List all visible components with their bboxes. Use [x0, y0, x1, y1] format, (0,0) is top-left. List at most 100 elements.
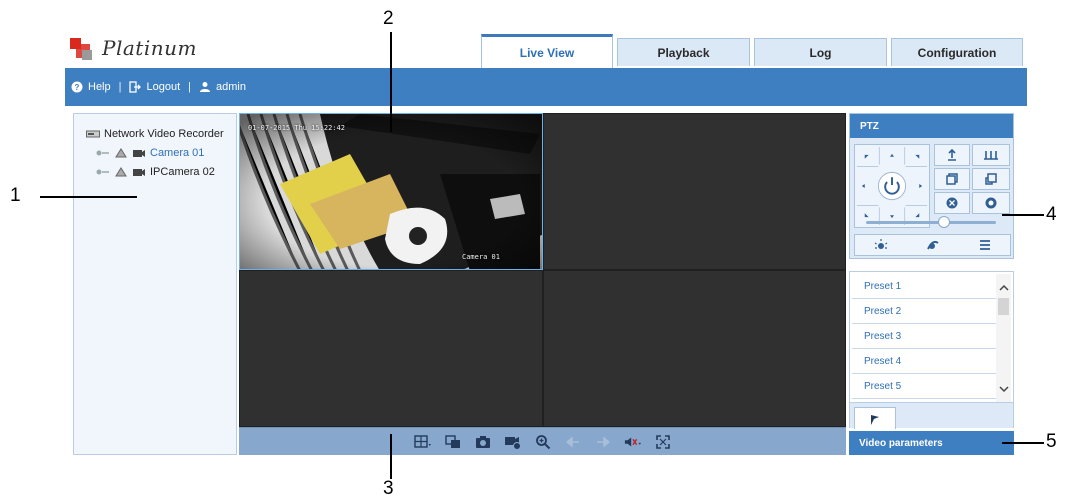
ptz-direction-grid	[856, 147, 928, 225]
ptz-title: PTZ	[850, 114, 1013, 138]
scroll-up-icon[interactable]	[996, 278, 1011, 296]
iris-close-button[interactable]	[934, 192, 970, 214]
preset-item[interactable]: Preset 2	[852, 299, 997, 324]
tree-camera-02[interactable]: IPCamera 02	[96, 166, 215, 178]
focus-near-button[interactable]	[934, 168, 970, 190]
callout-1: 1	[10, 185, 21, 206]
header-separator: |	[118, 81, 122, 93]
capture-icon	[475, 435, 490, 448]
help-link[interactable]: ? Help	[71, 81, 111, 93]
audio-button[interactable]	[624, 433, 642, 451]
logout-icon	[129, 81, 142, 93]
window-switch-button[interactable]	[444, 433, 462, 451]
preset-tab[interactable]	[854, 407, 896, 429]
record-status-icon	[115, 148, 127, 158]
camera-image	[240, 114, 542, 269]
record-button[interactable]	[504, 433, 522, 451]
callout-line-1	[40, 196, 137, 198]
tab-playback[interactable]: Playback	[617, 38, 750, 66]
scroll-thumb[interactable]	[998, 298, 1009, 315]
tree-root-label: Network Video Recorder	[104, 128, 224, 140]
tree-camera-01[interactable]: Camera 01	[96, 147, 204, 159]
ptz-speed-thumb[interactable]	[938, 216, 950, 228]
camera-icon	[133, 168, 145, 176]
tab-log[interactable]: Log	[754, 38, 887, 66]
osd-datetime: 01-07-2015 Thu 15:22:42	[248, 124, 345, 132]
callout-line-2	[390, 32, 392, 132]
zoom-button[interactable]	[534, 433, 552, 451]
record-icon	[504, 436, 521, 450]
help-icon: ?	[71, 81, 83, 93]
zoom-in-button[interactable]	[934, 144, 970, 166]
tab-live-view[interactable]: Live View	[481, 34, 613, 68]
tab-configuration[interactable]: Configuration	[891, 38, 1023, 66]
preset-item[interactable]: Preset 1	[852, 274, 997, 299]
device-tree: Network Video Recorder Camera 01 IPCamer…	[73, 113, 237, 455]
video-pane-4[interactable]	[543, 270, 846, 427]
iris-open-button[interactable]	[972, 192, 1010, 214]
audio-icon	[624, 437, 641, 446]
iris-close-icon	[946, 197, 958, 209]
flag-icon	[871, 414, 879, 425]
iris-open-icon	[985, 197, 997, 209]
logout-link[interactable]: Logout	[129, 81, 180, 93]
next-page-button[interactable]	[594, 433, 612, 451]
record-status-icon	[115, 167, 127, 177]
callout-line-4	[1002, 214, 1044, 216]
zoom-in-icon	[948, 149, 956, 161]
prev-page-button[interactable]	[564, 433, 582, 451]
preset-list: Preset 1 Preset 2 Preset 3 Preset 4 Pres…	[849, 271, 1014, 429]
username: admin	[216, 81, 246, 93]
scroll-down-icon[interactable]	[996, 380, 1011, 398]
tree-root[interactable]: Network Video Recorder	[86, 128, 224, 140]
capture-button[interactable]	[474, 433, 492, 451]
preset-item[interactable]: Preset 4	[852, 349, 997, 374]
window-switch-icon	[444, 434, 460, 448]
live-view-toolbar	[239, 427, 846, 455]
nvr-icon	[86, 130, 100, 138]
preset-item[interactable]: Preset 5	[852, 374, 997, 399]
preset-item[interactable]: Preset 3	[852, 324, 997, 349]
focus-far-icon	[985, 173, 997, 185]
ptz-direction-pad	[854, 144, 930, 228]
callout-line-5	[1002, 442, 1044, 444]
layout-icon	[413, 434, 431, 448]
preset-scrollbar[interactable]	[996, 274, 1011, 402]
play-status-icon	[96, 150, 109, 156]
camera-feed: 01-07-2015 Thu 15:22:42 Camera 01	[240, 114, 542, 269]
next-page-icon	[596, 436, 610, 447]
osd-camera-name: Camera 01	[462, 253, 500, 261]
user-icon	[200, 82, 210, 92]
user-info: admin	[199, 81, 246, 93]
ptz-speed-slider[interactable]	[866, 221, 996, 224]
wiper-icon[interactable]	[926, 239, 940, 251]
live-view-grid: 01-07-2015 Thu 15:22:42 Camera 01	[239, 113, 846, 427]
camera-icon	[133, 149, 145, 157]
zoom-out-button[interactable]	[972, 144, 1010, 166]
header-bar: ? Help | Logout | admin	[65, 68, 1027, 106]
video-pane-2[interactable]	[543, 113, 846, 270]
video-parameters-header[interactable]: Video parameters	[849, 431, 1014, 455]
callout-3: 3	[383, 478, 394, 499]
zoom-icon	[535, 434, 550, 449]
callout-2: 2	[383, 8, 394, 29]
header-separator: |	[188, 81, 191, 93]
help-label: Help	[88, 81, 111, 93]
light-icon[interactable]	[874, 239, 888, 251]
camera-label: IPCamera 02	[150, 166, 215, 178]
focus-far-button[interactable]	[972, 168, 1010, 190]
menu-icon[interactable]	[979, 239, 991, 251]
ptz-aux-bar	[854, 234, 1011, 256]
fullscreen-button[interactable]	[654, 433, 672, 451]
video-pane-3[interactable]	[239, 270, 543, 427]
camera-label: Camera 01	[150, 147, 205, 159]
svg-text:?: ?	[75, 83, 80, 92]
ptz-panel: PTZ	[849, 113, 1014, 259]
brand-name: Platinum	[102, 36, 197, 60]
callout-4: 4	[1046, 204, 1057, 225]
callout-line-3	[390, 434, 392, 479]
preset-footer	[850, 402, 1013, 429]
video-pane-1[interactable]: 01-07-2015 Thu 15:22:42 Camera 01	[239, 113, 543, 270]
layout-button[interactable]	[413, 433, 432, 451]
focus-near-icon	[946, 173, 958, 185]
